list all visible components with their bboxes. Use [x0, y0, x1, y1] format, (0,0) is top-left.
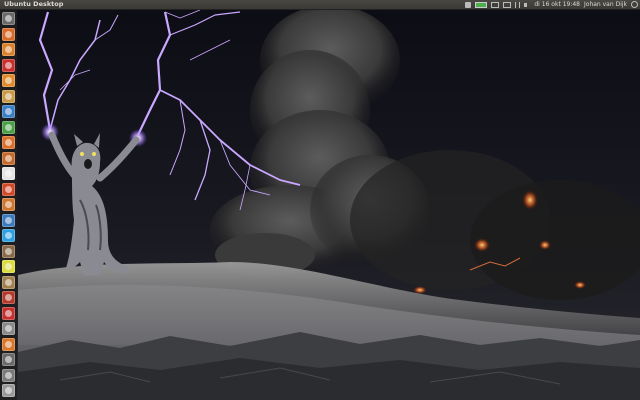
launcher-software-center-icon[interactable] — [2, 198, 15, 211]
launcher-ubuntu-one-icon[interactable] — [2, 182, 15, 196]
launcher-app-grid-icon[interactable] — [2, 89, 15, 103]
desktop: Ubuntu Desktop di 16 okt 19:48 Johan van… — [0, 0, 640, 400]
power-icon[interactable] — [631, 1, 638, 8]
launcher-files-icon[interactable] — [2, 27, 15, 41]
keyboard-icon[interactable] — [491, 1, 500, 8]
launcher-opera-icon[interactable] — [2, 58, 15, 72]
launcher-terminal-icon[interactable] — [2, 291, 15, 304]
launcher-trash-icon[interactable] — [2, 384, 15, 397]
battery-icon[interactable] — [475, 1, 488, 8]
window-title: Ubuntu Desktop — [4, 0, 64, 8]
top-panel: Ubuntu Desktop di 16 okt 19:48 Johan van… — [0, 0, 640, 10]
launcher-banshee-icon[interactable] — [2, 74, 15, 87]
launcher-thunderbird-icon[interactable] — [2, 213, 15, 227]
launcher-workspaces-icon[interactable] — [2, 368, 15, 382]
launcher-writer-icon[interactable] — [2, 105, 15, 118]
launcher-pdf-icon[interactable] — [2, 167, 15, 180]
launcher-updates-icon[interactable] — [2, 337, 15, 351]
clock[interactable]: di 16 okt 19:48 — [534, 0, 580, 9]
launcher-system-icon[interactable] — [2, 353, 15, 366]
launcher-gimp-wilber-icon[interactable] — [2, 275, 15, 289]
launcher-gimp-icon[interactable] — [2, 244, 15, 258]
launcher — [0, 10, 17, 400]
mail-icon[interactable] — [503, 1, 512, 8]
launcher-firefox-icon[interactable] — [2, 43, 15, 56]
launcher-docs-icon[interactable] — [2, 151, 15, 165]
indicator-area: di 16 okt 19:48 Johan van Dijk — [465, 0, 638, 9]
launcher-dash-home-icon[interactable] — [2, 12, 15, 25]
user-name[interactable]: Johan van Dijk — [584, 0, 627, 9]
launcher-impress-icon[interactable] — [2, 136, 15, 149]
launcher-transmission-icon[interactable] — [2, 306, 15, 320]
volume-icon[interactable] — [524, 2, 530, 7]
launcher-radiation-icon[interactable] — [2, 260, 15, 273]
bluetooth-icon[interactable] — [515, 1, 521, 8]
network-icon[interactable] — [465, 1, 472, 8]
launcher-calc-icon[interactable] — [2, 120, 15, 134]
launcher-skype-icon[interactable] — [2, 229, 15, 242]
wallpaper — [0, 0, 640, 400]
launcher-settings-icon[interactable] — [2, 322, 15, 335]
